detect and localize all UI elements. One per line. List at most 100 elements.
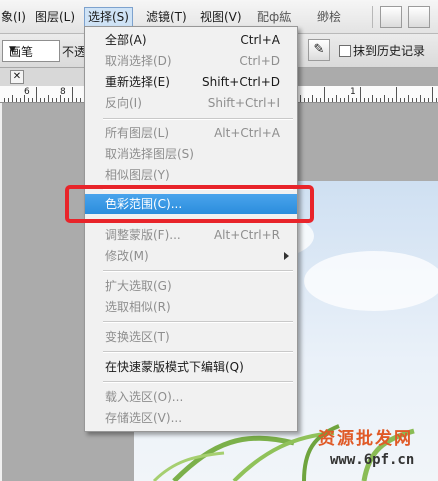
ruler-tick <box>300 95 301 102</box>
ruler-tick <box>72 87 73 102</box>
menu-item-deselect-layers[interactable]: 取消选择图层(S) <box>85 144 297 164</box>
menu-item-label: 全部(A) <box>105 33 147 47</box>
ruler-tick <box>4 98 5 102</box>
menu-divider <box>103 321 293 323</box>
ruler-tick <box>316 98 317 102</box>
watermark-url: www.6pf.cn <box>330 452 415 468</box>
minibridge-icon[interactable] <box>408 6 430 28</box>
close-icon[interactable]: ✕ <box>10 70 24 84</box>
ruler-tick <box>432 87 433 102</box>
menu-item-label: 反向(I) <box>105 96 142 110</box>
menu-help[interactable]: 缈桧 <box>314 8 344 26</box>
erase-to-history-checkbox[interactable] <box>339 45 351 57</box>
ruler-tick <box>12 95 13 102</box>
menu-item-grow[interactable]: 扩大选取(G) <box>85 276 297 296</box>
menu-image[interactable]: 象(I) <box>0 8 29 26</box>
ruler-tick <box>16 98 17 102</box>
menu-item-label: 修改(M) <box>105 249 149 263</box>
menu-item-label: 扩大选取(G) <box>105 279 172 293</box>
menu-item-label: 调整蒙版(F)... <box>105 228 181 242</box>
ruler-tick <box>424 98 425 102</box>
menu-item-transform-selection[interactable]: 变换选区(T) <box>85 327 297 347</box>
menu-item-shortcut: Ctrl+D <box>239 54 280 68</box>
menu-item-save-selection[interactable]: 存储选区(V)... <box>85 408 297 428</box>
ruler-tick <box>364 98 365 102</box>
menu-item-select-all[interactable]: 全部(A) Ctrl+A <box>85 30 297 50</box>
document-tab[interactable]: ✕ <box>0 68 84 87</box>
menu-item-shortcut: Alt+Ctrl+R <box>213 228 280 242</box>
ruler-tick <box>324 87 325 102</box>
ruler-tick <box>400 98 401 102</box>
ruler-tick <box>336 95 337 102</box>
ruler-tick <box>420 95 421 102</box>
menu-item-modify[interactable]: 修改(M) <box>85 246 297 266</box>
menu-item-label: 在快速蒙版模式下编辑(Q) <box>105 360 244 374</box>
menu-window[interactable]: 配ф紘 <box>254 8 294 26</box>
ruler-tick <box>76 98 77 102</box>
ruler-tick <box>320 98 321 102</box>
submenu-arrow-icon <box>284 252 289 260</box>
menu-item-load-selection[interactable]: 载入选区(O)... <box>85 387 297 407</box>
ruler-tick <box>28 98 29 102</box>
bridge-icon[interactable] <box>380 6 402 28</box>
airbrush-icon[interactable]: ✎ <box>308 39 330 61</box>
ruler-tick <box>436 98 437 102</box>
ruler-tick <box>392 98 393 102</box>
ruler-tick <box>52 98 53 102</box>
ruler-tick <box>20 98 21 102</box>
menu-item-quick-mask[interactable]: 在快速蒙版模式下编辑(Q) <box>85 357 297 377</box>
menu-item-similar[interactable]: 选取相似(R) <box>85 297 297 317</box>
ruler-tick <box>80 98 81 102</box>
menu-item-similar-layers[interactable]: 相似图层(Y) <box>85 165 297 185</box>
ruler-tick <box>360 87 361 102</box>
menu-item-shortcut: Shift+Ctrl+I <box>207 96 280 110</box>
menu-item-label: 相似图层(Y) <box>105 168 170 182</box>
ruler-tick <box>344 98 345 102</box>
menu-item-shortcut: Alt+Ctrl+A <box>214 126 280 140</box>
ruler-tick <box>348 95 349 102</box>
menu-item-shortcut: Ctrl+A <box>240 33 280 47</box>
ruler-tick <box>308 98 309 102</box>
menu-divider <box>103 351 293 353</box>
ruler-tick <box>24 95 25 102</box>
ruler-tick <box>388 98 389 102</box>
menu-item-label: 存储选区(V)... <box>105 411 183 425</box>
highlight-callout-box <box>65 185 314 223</box>
menu-layer[interactable]: 图层(L) <box>32 8 78 26</box>
ruler-tick <box>356 98 357 102</box>
menu-item-label: 变换选区(T) <box>105 330 170 344</box>
ruler-tick <box>372 95 373 102</box>
watermark-title: 资源批发网 <box>318 429 413 449</box>
menu-item-deselect[interactable]: 取消选择(D) Ctrl+D <box>85 51 297 71</box>
menu-select[interactable]: 选择(S) <box>84 7 133 27</box>
erase-to-history-label: 抹到历史记录 <box>353 44 426 58</box>
vertical-ruler <box>0 103 2 481</box>
ruler-tick <box>304 98 305 102</box>
ruler-tick <box>68 98 69 102</box>
menu-item-refine-mask[interactable]: 调整蒙版(F)... Alt+Ctrl+R <box>85 225 297 245</box>
menu-separator <box>372 6 373 28</box>
menu-divider <box>103 381 293 383</box>
menu-item-label: 重新选择(E) <box>105 75 170 89</box>
menu-item-all-layers[interactable]: 所有图层(L) Alt+Ctrl+A <box>85 123 297 143</box>
ruler-tick <box>48 95 49 102</box>
opacity-label: 不透 <box>62 45 87 59</box>
ruler-tick <box>40 98 41 102</box>
menu-view[interactable]: 视图(V) <box>197 8 245 26</box>
menu-divider <box>103 118 293 120</box>
menu-divider <box>103 270 293 272</box>
menu-item-reselect[interactable]: 重新选择(E) Shift+Ctrl+D <box>85 72 297 92</box>
ruler-tick <box>8 98 9 102</box>
ruler-tick <box>340 98 341 102</box>
brush-preset-dropdown[interactable]: 画笔 ▼ <box>2 40 60 62</box>
ruler-tick <box>384 95 385 102</box>
menu-item-inverse[interactable]: 反向(I) Shift+Ctrl+I <box>85 93 297 113</box>
menu-filter[interactable]: 滤镜(T) <box>143 8 190 26</box>
ruler-tick <box>328 98 329 102</box>
ruler-tick <box>368 98 369 102</box>
menu-item-label: 所有图层(L) <box>105 126 170 140</box>
ruler-tick <box>396 87 397 102</box>
ruler-tick <box>352 98 353 102</box>
ruler-tick <box>312 95 313 102</box>
ruler-tick <box>32 98 33 102</box>
